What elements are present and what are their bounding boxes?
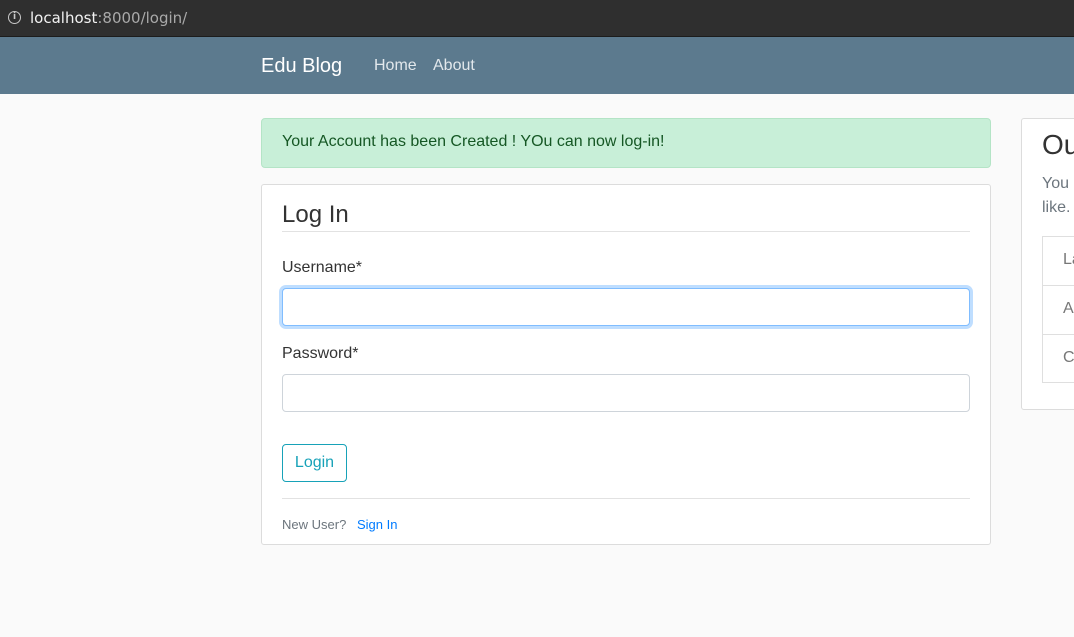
nav-link-home[interactable]: Home <box>374 57 417 75</box>
browser-address-bar[interactable]: i localhost:8000/login/ <box>0 0 1074 37</box>
login-card: Log In Username* Password* Login New Use… <box>261 184 991 545</box>
navbar: Edu Blog Home About <box>0 37 1074 94</box>
nav-link-about[interactable]: About <box>433 57 475 75</box>
new-user-text: New User? <box>282 517 347 532</box>
sign-in-link[interactable]: Sign In <box>357 517 397 532</box>
success-alert: Your Account has been Created ! YOu can … <box>261 118 991 168</box>
username-input[interactable] <box>282 288 970 326</box>
url-host: localhost <box>30 9 98 27</box>
sidebar-list-item[interactable]: A <box>1042 285 1074 334</box>
username-label: Username* <box>282 259 363 276</box>
legend-divider <box>282 231 970 232</box>
form-legend: Log In <box>282 201 349 228</box>
password-input[interactable] <box>282 374 970 412</box>
password-label: Password* <box>282 345 359 362</box>
sidebar-list-item[interactable]: C <box>1042 334 1074 383</box>
sidebar-list-item[interactable]: La <box>1042 236 1074 285</box>
sidebar-text-line2: like. <box>1042 199 1071 216</box>
url-path: :8000/login/ <box>97 9 188 27</box>
sidebar-card: Ou You like. La A C <box>1021 118 1074 410</box>
login-button[interactable]: Login <box>282 444 347 482</box>
sidebar-title: Ou <box>1042 129 1074 160</box>
info-icon[interactable]: i <box>8 11 21 24</box>
navbar-brand[interactable]: Edu Blog <box>261 55 342 78</box>
sidebar-text-line1: You <box>1042 175 1069 192</box>
url-text[interactable]: localhost:8000/login/ <box>30 9 187 27</box>
footer-divider <box>282 498 970 499</box>
sidebar-list: La A C <box>1042 236 1074 383</box>
